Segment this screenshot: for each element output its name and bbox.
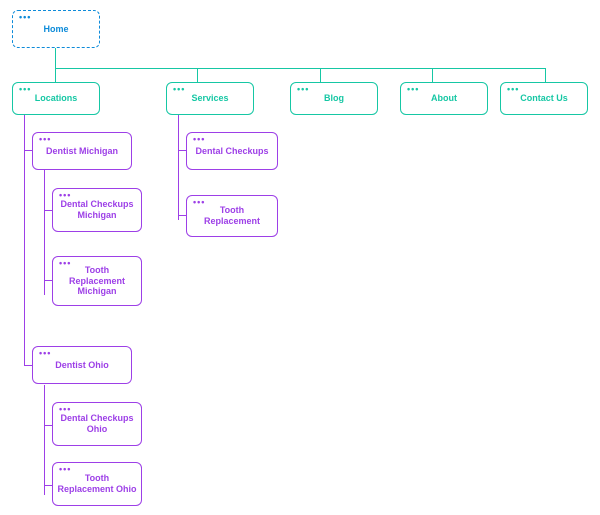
node-dentist-michigan[interactable]: ••• Dentist Michigan bbox=[32, 132, 132, 170]
node-services[interactable]: ••• Services bbox=[166, 82, 254, 115]
drag-dots-icon: ••• bbox=[19, 13, 31, 22]
node-label: Tooth Replacement Ohio bbox=[57, 473, 137, 495]
drag-dots-icon: ••• bbox=[19, 85, 31, 94]
node-home[interactable]: ••• Home bbox=[12, 10, 100, 48]
node-label: Tooth Replacement bbox=[191, 205, 273, 227]
connector bbox=[44, 280, 52, 281]
connector bbox=[55, 48, 56, 68]
drag-dots-icon: ••• bbox=[59, 405, 71, 414]
connector bbox=[24, 150, 32, 151]
connector bbox=[44, 425, 52, 426]
drag-dots-icon: ••• bbox=[193, 135, 205, 144]
node-contact-us[interactable]: ••• Contact Us bbox=[500, 82, 588, 115]
node-label: Dental Checkups Michigan bbox=[57, 199, 137, 221]
drag-dots-icon: ••• bbox=[407, 85, 419, 94]
drag-dots-icon: ••• bbox=[59, 465, 71, 474]
connector bbox=[178, 150, 186, 151]
connector bbox=[44, 485, 52, 486]
node-about[interactable]: ••• About bbox=[400, 82, 488, 115]
node-tooth-replacement[interactable]: ••• Tooth Replacement bbox=[186, 195, 278, 237]
drag-dots-icon: ••• bbox=[39, 349, 51, 358]
drag-dots-icon: ••• bbox=[39, 135, 51, 144]
node-dentist-ohio[interactable]: ••• Dentist Ohio bbox=[32, 346, 132, 384]
node-label: Dental Checkups bbox=[195, 146, 268, 157]
drag-dots-icon: ••• bbox=[59, 191, 71, 200]
connector bbox=[197, 68, 198, 82]
connector bbox=[44, 385, 45, 495]
connector bbox=[545, 68, 546, 82]
node-label: Locations bbox=[35, 93, 78, 104]
connector bbox=[178, 115, 179, 220]
node-label: Dentist Ohio bbox=[55, 360, 109, 371]
drag-dots-icon: ••• bbox=[297, 85, 309, 94]
node-blog[interactable]: ••• Blog bbox=[290, 82, 378, 115]
drag-dots-icon: ••• bbox=[193, 198, 205, 207]
connector bbox=[432, 68, 433, 82]
connector bbox=[55, 68, 545, 69]
sitemap-diagram: ••• Home ••• Locations ••• Services ••• … bbox=[0, 0, 600, 515]
connector bbox=[44, 170, 45, 295]
node-label: Dentist Michigan bbox=[46, 146, 118, 157]
drag-dots-icon: ••• bbox=[173, 85, 185, 94]
drag-dots-icon: ••• bbox=[507, 85, 519, 94]
connector bbox=[24, 115, 25, 365]
node-label: Services bbox=[191, 93, 228, 104]
node-dental-checkups-michigan[interactable]: ••• Dental Checkups Michigan bbox=[52, 188, 142, 232]
node-label: Dental Checkups Ohio bbox=[57, 413, 137, 435]
node-label: Blog bbox=[324, 93, 344, 104]
node-label: Home bbox=[43, 24, 68, 35]
node-dental-checkups-ohio[interactable]: ••• Dental Checkups Ohio bbox=[52, 402, 142, 446]
node-label: Contact Us bbox=[520, 93, 568, 104]
node-locations[interactable]: ••• Locations bbox=[12, 82, 100, 115]
connector bbox=[55, 68, 56, 82]
connector bbox=[44, 210, 52, 211]
connector bbox=[320, 68, 321, 82]
drag-dots-icon: ••• bbox=[59, 259, 71, 268]
connector bbox=[24, 365, 32, 366]
connector bbox=[178, 215, 186, 216]
node-tooth-replacement-michigan[interactable]: ••• Tooth Replacement Michigan bbox=[52, 256, 142, 306]
node-dental-checkups[interactable]: ••• Dental Checkups bbox=[186, 132, 278, 170]
node-tooth-replacement-ohio[interactable]: ••• Tooth Replacement Ohio bbox=[52, 462, 142, 506]
node-label: About bbox=[431, 93, 457, 104]
node-label: Tooth Replacement Michigan bbox=[57, 265, 137, 297]
